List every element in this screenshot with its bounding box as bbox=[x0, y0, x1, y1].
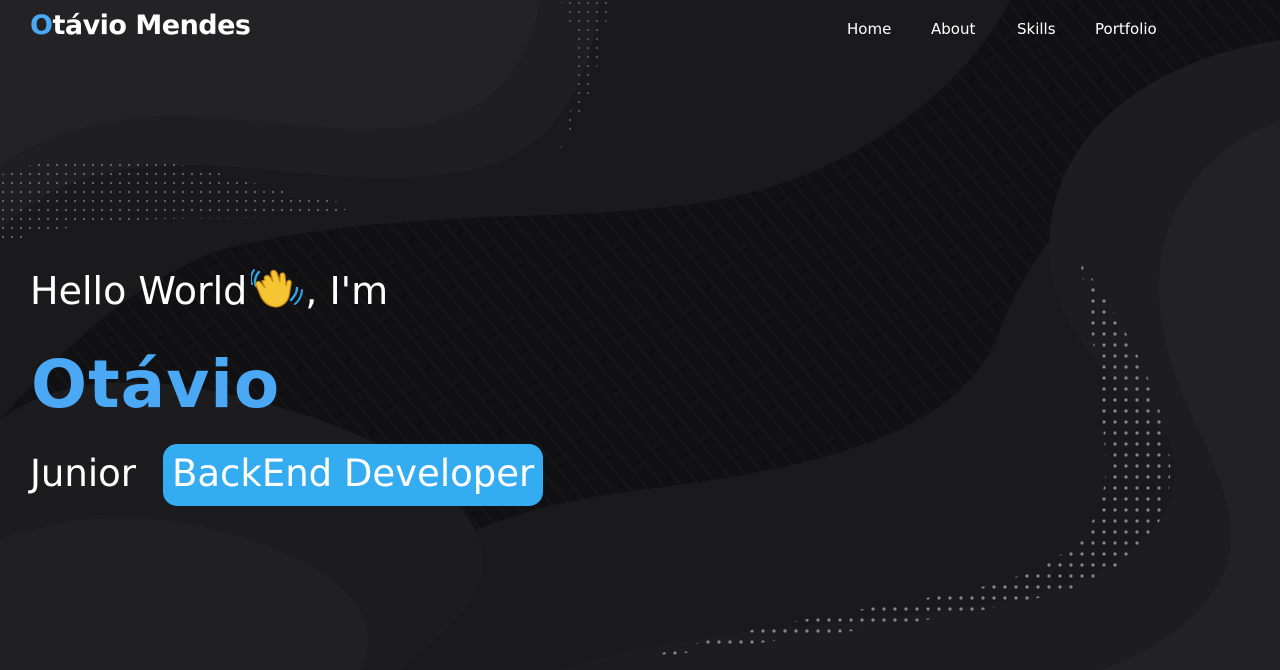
nav-links: Home About Skills Portfolio bbox=[0, 20, 1280, 40]
role-prefix: Junior bbox=[30, 452, 136, 495]
greeting-text: Hello World bbox=[30, 269, 248, 313]
waving-hand-icon bbox=[251, 269, 304, 308]
greeting-suffix: , I'm bbox=[305, 269, 389, 313]
hero-name: Otávio bbox=[31, 346, 281, 423]
background-artwork bbox=[0, 0, 1280, 670]
nav-link-about[interactable]: About bbox=[931, 20, 975, 38]
hero-greeting: Hello World , I'm bbox=[30, 266, 388, 313]
navbar: Otávio Mendes Home About Skills Portfoli… bbox=[0, 0, 1280, 58]
nav-link-portfolio[interactable]: Portfolio bbox=[1095, 20, 1157, 38]
role-highlight-badge: BackEnd Developer bbox=[163, 444, 544, 506]
nav-link-skills[interactable]: Skills bbox=[1017, 20, 1056, 38]
nav-link-home[interactable]: Home bbox=[847, 20, 891, 38]
